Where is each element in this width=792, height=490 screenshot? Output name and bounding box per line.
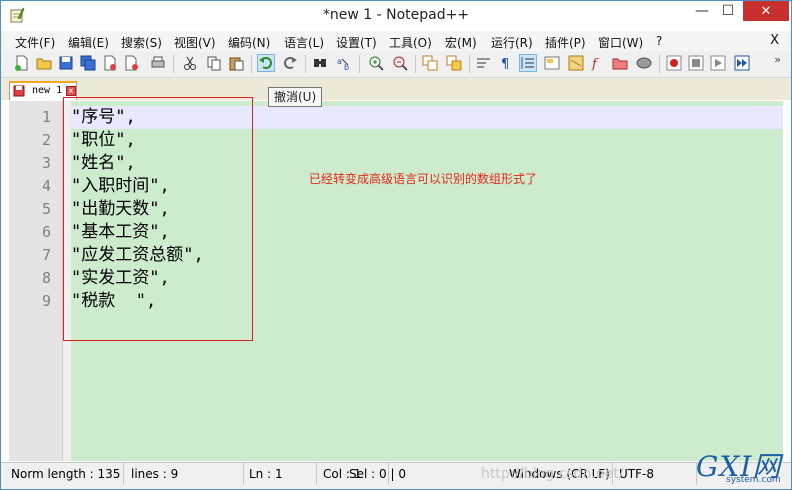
annotation-text: 已经转变成高级语言可以识别的数组形式了 [309, 172, 538, 186]
word-wrap-icon[interactable] [475, 54, 493, 72]
zoom-out-icon[interactable] [391, 54, 409, 72]
folder-workspace-icon[interactable] [611, 54, 629, 72]
logo-sub-text: system.com [726, 475, 781, 485]
svg-text:a: a [337, 57, 342, 66]
menu-language[interactable]: 语言(L) [284, 34, 324, 51]
undo-icon[interactable] [257, 54, 275, 72]
status-line: Ln : 1 [247, 463, 317, 485]
menu-file[interactable]: 文件(F) [15, 34, 55, 51]
line-number: 8 [41, 269, 51, 287]
redo-icon[interactable] [281, 54, 299, 72]
indent-guide-icon[interactable] [519, 54, 537, 72]
notepadpp-window: *new 1 - Notepad++ — ☐ ✕ 文件(F) 编辑(E) 搜索(… [0, 0, 792, 490]
line-number: 2 [41, 131, 51, 149]
find-icon[interactable] [311, 54, 329, 72]
tab-label: new 1 [32, 85, 63, 96]
monitoring-icon[interactable] [635, 54, 653, 72]
line-number-gutter: 1 2 3 4 5 6 7 8 9 [9, 101, 63, 461]
line-number: 9 [41, 292, 51, 310]
line-number: 3 [41, 154, 51, 172]
watermark-text: http://blog.csdn.net/ [481, 466, 624, 482]
play-macro-icon[interactable] [709, 54, 727, 72]
show-all-chars-icon[interactable]: ¶ [497, 54, 515, 72]
svg-text:¶: ¶ [501, 57, 509, 71]
menu-help[interactable]: ? [656, 34, 662, 48]
save-icon[interactable] [57, 54, 75, 72]
menu-edit[interactable]: 编辑(E) [68, 34, 109, 51]
status-length: Norm length : 135 [9, 463, 124, 485]
window-title: *new 1 - Notepad++ [322, 7, 470, 23]
site-logo: GXI网 system.com [696, 445, 790, 488]
title-bar: *new 1 - Notepad++ — ☐ ✕ [1, 1, 791, 31]
menu-plugins[interactable]: 插件(P) [545, 34, 586, 51]
toolbar-overflow-icon[interactable]: » [774, 53, 781, 66]
line-number: 6 [41, 223, 51, 241]
undo-tooltip: 撤消(U) [268, 87, 323, 107]
highlight-box [63, 97, 253, 341]
record-macro-icon[interactable] [665, 54, 683, 72]
menu-search[interactable]: 搜索(S) [121, 34, 162, 51]
status-encoding[interactable]: UTF-8 [617, 463, 697, 485]
close-button[interactable]: ✕ [743, 1, 789, 21]
zoom-in-icon[interactable] [367, 54, 385, 72]
print-icon[interactable] [149, 54, 167, 72]
unsaved-file-icon [13, 85, 25, 97]
status-selection: Sel : 0 | 0 [349, 467, 406, 481]
cut-icon[interactable] [181, 54, 199, 72]
menu-run[interactable]: 运行(R) [491, 34, 533, 51]
menu-view[interactable]: 视图(V) [174, 34, 216, 51]
status-lines: lines : 9 [129, 463, 244, 485]
menu-encoding[interactable]: 编码(N) [228, 34, 270, 51]
tab-close-icon[interactable]: x [66, 86, 76, 96]
status-bar: Norm length : 135 lines : 9 Ln : 1 Col :… [1, 462, 791, 489]
minimize-button[interactable]: — [689, 1, 715, 21]
toolbar: ab ¶ f » [1, 51, 791, 78]
new-file-icon[interactable] [13, 54, 31, 72]
stop-macro-icon[interactable] [687, 54, 705, 72]
svg-text:f: f [591, 57, 599, 71]
udl-icon[interactable] [543, 54, 561, 72]
menu-bar: 文件(F) 编辑(E) 搜索(S) 视图(V) 编码(N) 语言(L) 设置(T… [1, 31, 791, 51]
sync-horizontal-icon[interactable] [445, 54, 463, 72]
close-all-icon[interactable] [123, 54, 141, 72]
line-number: 4 [41, 177, 51, 195]
run-macro-multiple-icon[interactable] [733, 54, 751, 72]
line-number: 5 [41, 200, 51, 218]
replace-icon[interactable]: ab [335, 54, 353, 72]
menu-settings[interactable]: 设置(T) [336, 34, 377, 51]
function-list-icon[interactable]: f [589, 54, 607, 72]
menu-macro[interactable]: 宏(M) [445, 34, 477, 51]
paste-icon[interactable] [227, 54, 245, 72]
doc-map-icon[interactable] [567, 54, 585, 72]
save-all-icon[interactable] [79, 54, 97, 72]
sync-vertical-icon[interactable] [421, 54, 439, 72]
line-number: 7 [41, 246, 51, 264]
open-file-icon[interactable] [35, 54, 53, 72]
close-file-icon[interactable] [101, 54, 119, 72]
menu-close-document[interactable]: X [770, 33, 779, 48]
menu-tools[interactable]: 工具(O) [389, 34, 432, 51]
menu-window[interactable]: 窗口(W) [598, 34, 643, 51]
copy-icon[interactable] [205, 54, 223, 72]
line-number: 1 [41, 108, 51, 126]
maximize-button[interactable]: ☐ [715, 1, 741, 21]
